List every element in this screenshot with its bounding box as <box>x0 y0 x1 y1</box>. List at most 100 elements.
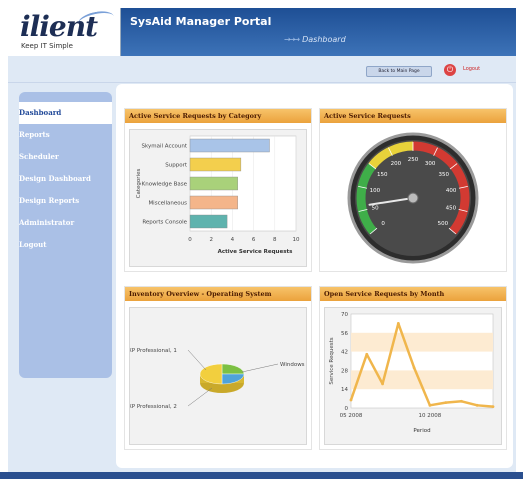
x-tick-label: 6 <box>252 237 256 243</box>
category-chart-area: 0 2 4 6 8 10 Skymail Account Support Knowledge B… <box>129 129 307 267</box>
data-point <box>412 366 416 370</box>
pie-slice <box>221 363 245 375</box>
pie-label: XP Professional, 2 <box>130 404 177 410</box>
os-pie-chart: XP Professional, 1 Windows XP P XP Profess… <box>128 348 319 410</box>
bar <box>189 195 238 210</box>
breadcrumb-current: Dashboard <box>302 35 346 44</box>
sidebar-item-label: Dashboard <box>19 108 62 117</box>
sidebar-nav: Dashboard Reports Scheduler Design Dashb… <box>19 92 112 378</box>
sidebar-item-design-dashboard[interactable]: Design Dashboard <box>19 168 112 190</box>
sidebar-item-label: Design Dashboard <box>19 174 91 183</box>
data-point <box>475 403 479 407</box>
x-tick-label: 05 2008 <box>340 413 363 419</box>
sidebar-item-administrator[interactable]: Administrator <box>19 212 112 234</box>
monthly-line-chart: 0 14 28 42 56 70 05 2008 10 2008 Period Service R… <box>329 312 495 434</box>
logout-icon[interactable]: ⏻ <box>444 64 456 76</box>
breadcrumb: →→→ Dashboard <box>284 35 346 44</box>
y-tick-label: 56 <box>341 331 348 337</box>
logo[interactable]: ilient Keep IT Simple <box>8 8 121 56</box>
sidebar-item-label: Logout <box>19 240 47 249</box>
data-point <box>444 401 448 405</box>
plot-background <box>350 313 494 409</box>
sidebar-item-design-reports[interactable]: Design Reports <box>19 190 112 212</box>
data-point <box>491 405 495 409</box>
gauge-tick-label: 0 <box>381 221 385 227</box>
y-tick-label: 42 <box>341 350 348 356</box>
category-label: Reports Console <box>142 220 187 226</box>
dashboard-content: Active Service Requests by Category 0 2 4 6… <box>116 84 513 468</box>
data-point <box>460 399 463 403</box>
pie-leader-line <box>241 363 279 373</box>
panel-title: Inventory Overview - Operating System <box>125 287 311 301</box>
x-tick-label: 4 <box>231 237 235 243</box>
x-axis-label: Period <box>413 428 430 434</box>
bar <box>189 157 242 172</box>
bar <box>189 138 270 153</box>
pie-leader-line <box>187 387 213 407</box>
category-bar-chart: 0 2 4 6 8 10 Skymail Account Support Knowledge B… <box>136 135 300 255</box>
data-point <box>381 382 384 386</box>
data-point <box>428 403 432 407</box>
back-to-main-page-button[interactable]: Back to Main Page <box>366 66 432 77</box>
category-chart-panel: Active Service Requests by Category 0 2 4 6… <box>124 108 312 272</box>
x-tick-label: 8 <box>273 237 277 243</box>
logout-link[interactable]: Logout <box>463 66 480 72</box>
data-point <box>349 398 353 402</box>
x-tick-label: 10 2008 <box>419 413 442 419</box>
x-tick-label: 10 <box>293 237 300 243</box>
gauge-tick-label: 150 <box>377 172 388 178</box>
gauge-tick-label: 450 <box>446 205 457 211</box>
y-tick-label: 28 <box>341 368 348 374</box>
gauge-tick-label: 350 <box>438 172 449 178</box>
pie-label: Windows XP P <box>280 362 306 368</box>
bar <box>189 176 238 191</box>
panel-title: Active Service Requests by Category <box>125 109 311 123</box>
gauge-tick-label: 300 <box>425 161 436 167</box>
sidebar-item-label: Reports <box>19 130 50 139</box>
monthly-panel: Open Service Requests by Month 0 14 28 42 56… <box>319 286 507 450</box>
category-label: Support <box>165 163 188 169</box>
header-bar: ilient Keep IT Simple SysAid Manager Por… <box>8 8 516 56</box>
pie-label: XP Professional, 1 <box>130 348 177 354</box>
header-divider <box>8 82 516 83</box>
data-point <box>396 322 400 325</box>
gauge-tick-label: 500 <box>438 221 449 227</box>
data-point <box>365 352 369 356</box>
gauge-area: 0 50 100 150 200 250 300 350 400 450 500 <box>324 129 502 267</box>
gauge-tick-label: 100 <box>370 188 381 194</box>
sidebar-item-label: Administrator <box>19 218 75 227</box>
sidebar-item-label: Design Reports <box>19 196 80 205</box>
panel-title: Active Service Requests <box>320 109 506 123</box>
portal-title: SysAid Manager Portal <box>130 15 272 28</box>
gauge-tick-label: 50 <box>372 205 379 211</box>
sidebar-item-logout[interactable]: Logout <box>19 234 112 256</box>
gauge-hub <box>407 192 419 204</box>
category-label: Knowledge Base <box>142 182 188 188</box>
sidebar-item-reports[interactable]: Reports <box>19 124 112 146</box>
pie-chart-area: XP Professional, 1 Windows XP P XP Profess… <box>128 307 319 445</box>
bar <box>189 214 228 229</box>
breadcrumb-arrows-icon: →→→ <box>284 35 300 44</box>
sidebar-item-scheduler[interactable]: Scheduler <box>19 146 112 168</box>
pie-leader-line <box>187 349 207 371</box>
inventory-panel: Inventory Overview - Operating System XP… <box>124 286 319 450</box>
footer-bar <box>0 472 523 479</box>
line-chart-area: 0 14 28 42 56 70 05 2008 10 2008 Period Service R… <box>324 307 502 445</box>
panel-title: Open Service Requests by Month <box>320 287 506 301</box>
y-axis-label: Service Requests <box>329 337 335 384</box>
category-label: Miscellaneous <box>148 201 187 207</box>
gauge-tick-label: 250 <box>408 157 419 163</box>
y-tick-label: 0 <box>345 406 349 412</box>
gauge-tick-label: 400 <box>446 188 457 194</box>
plot-band <box>351 332 493 352</box>
gauge-tick-label: 200 <box>391 161 402 167</box>
logo-tagline: Keep IT Simple <box>21 42 73 50</box>
x-tick-label: 2 <box>209 237 213 243</box>
y-axis-label: Categories <box>136 169 142 199</box>
active-requests-gauge: 0 50 100 150200 250 300350 400 450 500 <box>347 132 479 264</box>
sidebar-item-label: Scheduler <box>19 152 59 161</box>
category-label: Skymail Account <box>142 144 188 150</box>
x-axis-label: Active Service Requests <box>218 249 293 255</box>
y-tick-label: 70 <box>341 312 348 318</box>
sidebar-item-dashboard[interactable]: Dashboard <box>19 102 112 124</box>
